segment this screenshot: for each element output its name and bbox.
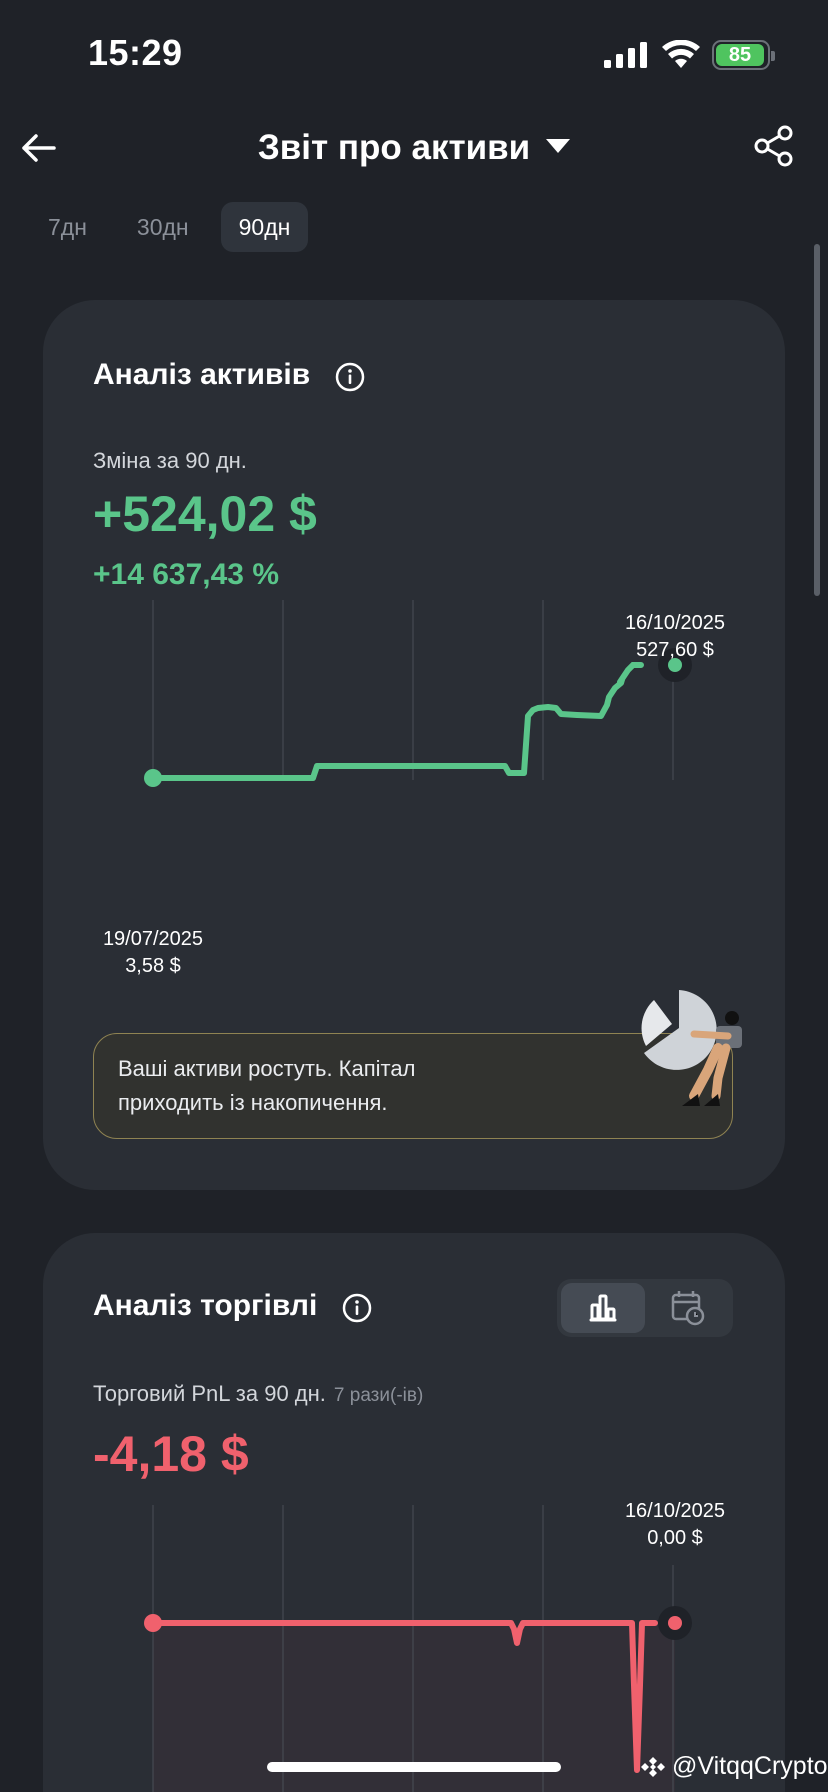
start-point xyxy=(144,769,162,787)
battery-level: 85 xyxy=(728,43,752,66)
calendar-view-button[interactable] xyxy=(645,1283,729,1333)
home-indicator[interactable] xyxy=(267,1762,561,1772)
pnl-end-point xyxy=(668,1616,682,1630)
change-value: +524,02 $ xyxy=(93,486,317,542)
info-icon[interactable] xyxy=(342,1293,372,1323)
info-icon[interactable] xyxy=(335,362,365,392)
change-percent: +14 637,43 % xyxy=(93,558,279,591)
binance-logo-icon xyxy=(641,1756,665,1777)
start-value: 3,58 $ xyxy=(125,955,181,977)
trading-analysis-card: Аналіз торгівлі Торговий PnL за 90 дн. 7 … xyxy=(43,1233,785,1792)
pnl-chart xyxy=(144,1505,692,1792)
change-label: Зміна за 90 дн. xyxy=(93,448,247,473)
tab-90d[interactable]: 90дн xyxy=(220,202,309,252)
scrollbar[interactable] xyxy=(814,244,820,596)
status-bar: 15:29 85 xyxy=(0,0,828,100)
period-tabs: 7дн 30дн 90дн xyxy=(30,202,309,252)
pnl-label: Торговий PnL за 90 дн. 7 рази(-ів) xyxy=(93,1381,423,1407)
calendar-clock-icon xyxy=(671,1291,705,1326)
watermark-text: @VitqqCrypto xyxy=(672,1752,828,1780)
start-date: 19/07/2025 xyxy=(102,928,204,950)
cellular-signal-icon xyxy=(604,42,647,68)
pnl-value: -4,18 $ xyxy=(93,1426,249,1482)
pie-chart-figure-illustration xyxy=(641,990,742,1106)
share-icon[interactable] xyxy=(752,124,796,168)
wifi-icon xyxy=(662,40,700,68)
start-label: 19/07/2025 3,58 $ xyxy=(83,926,223,980)
watermark: @VitqqCrypto xyxy=(640,1752,828,1781)
asset-analysis-title: Аналіз активів xyxy=(93,358,311,391)
page-title-dropdown[interactable]: Звіт про активи xyxy=(0,128,828,168)
insight-text: Ваші активи ростуть. Капітал приходить і… xyxy=(118,1056,416,1115)
bar-chart-icon xyxy=(589,1294,617,1322)
tab-7d[interactable]: 7дн xyxy=(30,202,105,252)
end-label: 16/10/2025 527,60 $ xyxy=(605,610,745,664)
header: Звіт про активи xyxy=(0,110,828,184)
caret-down-icon xyxy=(546,138,571,153)
end-value: 527,60 $ xyxy=(636,639,714,661)
page-title: Звіт про активи xyxy=(257,128,531,167)
pnl-label-text: Торговий PnL за 90 дн. xyxy=(93,1381,326,1406)
trades-count: 7 рази(-ів) xyxy=(333,1385,424,1406)
asset-line-chart xyxy=(144,680,626,787)
trading-analysis-title: Аналіз торгівлі xyxy=(93,1289,318,1322)
insight-banner: Ваші активи ростуть. Капітал приходить і… xyxy=(93,990,742,1139)
tab-30d[interactable]: 30дн xyxy=(119,202,207,252)
bar-chart-view-button[interactable] xyxy=(561,1283,645,1333)
battery-icon: 85 xyxy=(712,40,775,70)
status-time: 15:29 xyxy=(88,32,183,73)
asset-analysis-card: Аналіз активів Зміна за 90 дн. +524,02 $… xyxy=(43,300,785,1190)
chart-view-toggle xyxy=(557,1279,733,1337)
pnl-start-point xyxy=(144,1614,162,1632)
end-date: 16/10/2025 xyxy=(624,612,726,634)
